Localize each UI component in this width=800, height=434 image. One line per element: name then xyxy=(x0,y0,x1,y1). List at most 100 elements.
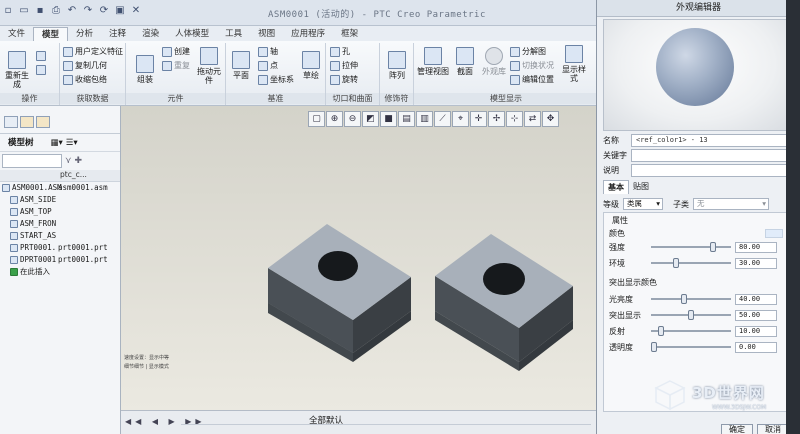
print-icon[interactable]: ⎙ xyxy=(50,5,62,17)
tab-file[interactable]: 文件 xyxy=(0,27,33,41)
graphics-viewport[interactable]: ▢ ⊕ ⊖ ◩ ■ ▤ ▥ ⟋ ⌖ ✛ ✢ ⊹ ⇄ ✥ 速度设置：显示中等 细节… xyxy=(121,106,596,410)
subclass-select[interactable]: 无 ▾ xyxy=(693,198,769,210)
slider-knob[interactable] xyxy=(673,258,679,268)
pattern-button[interactable]: 阵列 xyxy=(384,51,410,80)
tree-search-input[interactable] xyxy=(2,154,62,168)
drag-component-button[interactable]: 拖动元件 xyxy=(196,47,222,85)
hole-button[interactable]: 孔 xyxy=(330,46,350,57)
property-value-field[interactable]: 10.00 xyxy=(735,325,777,337)
tab-tools[interactable]: 工具 xyxy=(217,27,250,41)
copy-icon[interactable] xyxy=(36,51,46,61)
property-slider[interactable] xyxy=(651,326,731,336)
assembly-icon xyxy=(2,184,10,192)
color-swatch[interactable] xyxy=(765,229,783,238)
tree-settings-icon[interactable]: ▦▾ ☰▾ xyxy=(50,138,77,148)
favorites-tab-icon[interactable] xyxy=(36,116,50,128)
point-button[interactable]: 点 xyxy=(258,60,278,71)
slider-knob[interactable] xyxy=(681,294,687,304)
folder-browser-tab-icon[interactable] xyxy=(20,116,34,128)
property-value-field[interactable]: 0.00 xyxy=(735,341,777,353)
shrinkwrap-button[interactable]: 收缩包络 xyxy=(63,74,107,85)
tree-row-name: 在此插入 xyxy=(20,267,50,276)
tree-row[interactable]: ASM_FRON xyxy=(0,218,120,230)
property-slider[interactable] xyxy=(651,342,731,352)
close-window-icon[interactable]: ✕ xyxy=(130,5,142,17)
csys-button[interactable]: 坐标系 xyxy=(258,74,294,85)
datum-plane-icon xyxy=(10,208,18,216)
tree-row[interactable]: PRT0001. prt0001.prt xyxy=(0,242,120,254)
property-slider[interactable] xyxy=(651,294,731,304)
tab-basic[interactable]: 基本 xyxy=(603,180,629,194)
plane-button[interactable]: 平面 xyxy=(228,51,254,80)
create-button[interactable]: 创建 xyxy=(162,46,190,57)
window-icon[interactable]: ▣ xyxy=(114,5,126,17)
tree-row[interactable]: 在此插入 xyxy=(0,266,120,278)
filter-icon[interactable]: ⋎ ✚ xyxy=(65,156,82,166)
properties-title: 属性 xyxy=(612,216,628,225)
tree-row[interactable]: START_AS xyxy=(0,230,120,242)
tab-view[interactable]: 视图 xyxy=(250,27,283,41)
slider-knob[interactable] xyxy=(688,310,694,320)
sketch-button[interactable]: 草绘 xyxy=(298,51,324,80)
assemble-button[interactable]: 组装 xyxy=(130,55,160,84)
tab-render[interactable]: 渲染 xyxy=(134,27,167,41)
undo-icon[interactable]: ↶ xyxy=(66,5,78,17)
group-model-display: 管理视图 截面 外观库 分解图 切换状况 编辑位置 显示样式 模型显示 xyxy=(414,43,598,105)
property-slider[interactable] xyxy=(651,242,731,252)
save-icon[interactable]: ▪ xyxy=(34,5,46,17)
tree-row[interactable]: ASM_SIDE xyxy=(0,194,120,206)
section-button[interactable]: 截面 xyxy=(452,47,478,76)
datum-plane-icon xyxy=(10,220,18,228)
tab-annotate[interactable]: 注释 xyxy=(101,27,134,41)
property-value-field[interactable]: 80.00 xyxy=(735,241,777,253)
cancel-button[interactable]: 取消 xyxy=(757,424,789,434)
explode-button[interactable]: 分解图 xyxy=(510,46,546,57)
property-slider[interactable] xyxy=(651,258,731,268)
name-field[interactable]: <ref_color1> - 13 xyxy=(631,134,789,147)
tab-manikin[interactable]: 人体模型 xyxy=(167,27,217,41)
tree-row-name: ASM0001.ASM xyxy=(12,183,62,192)
tree-row[interactable]: ASM_TOP xyxy=(0,206,120,218)
manage-views-button[interactable]: 管理视图 xyxy=(416,47,450,76)
keyword-field[interactable] xyxy=(631,149,789,162)
new-icon[interactable]: ▫ xyxy=(2,5,14,17)
axis-button[interactable]: 轴 xyxy=(258,46,278,57)
selection-filter[interactable]: 全部默认 xyxy=(309,414,343,426)
udf-button[interactable]: 用户定义特征 xyxy=(63,46,123,57)
tab-map[interactable]: 贴图 xyxy=(629,180,653,194)
ok-button[interactable]: 确定 xyxy=(721,424,753,434)
redo-icon[interactable]: ↷ xyxy=(82,5,94,17)
tree-row[interactable]: DPRT0001 prt0001.prt xyxy=(0,254,120,266)
appearance-gallery-button[interactable]: 外观库 xyxy=(480,47,508,76)
regenerate-icon[interactable]: ⟳ xyxy=(98,5,110,17)
copy-geometry-button[interactable]: 复制几何 xyxy=(63,60,107,71)
tab-framework[interactable]: 框架 xyxy=(333,27,366,41)
toggle-state-button[interactable]: 切换状况 xyxy=(510,60,554,71)
slider-knob[interactable] xyxy=(651,342,657,352)
model-tree-tab-icon[interactable] xyxy=(4,116,18,128)
property-value-field[interactable]: 40.00 xyxy=(735,293,777,305)
tree-row[interactable]: ASM0001.ASM asm0001.asm xyxy=(0,182,120,194)
property-value-field[interactable]: 30.00 xyxy=(735,257,777,269)
property-slider[interactable] xyxy=(651,310,731,320)
datum-plane-icon xyxy=(10,196,18,204)
property-value-field[interactable]: 50.00 xyxy=(735,309,777,321)
property-row: 透明度 0.00 xyxy=(609,341,777,353)
tree-row-name: ASM_SIDE xyxy=(20,195,57,204)
repeat-button[interactable]: 重复 xyxy=(162,60,190,71)
revolve-button[interactable]: 旋转 xyxy=(330,74,358,85)
slider-knob[interactable] xyxy=(658,326,664,336)
class-select[interactable]: 类属 ▾ xyxy=(623,198,663,210)
extrude-button[interactable]: 拉伸 xyxy=(330,60,358,71)
tab-analysis[interactable]: 分析 xyxy=(68,27,101,41)
description-field[interactable] xyxy=(631,164,789,177)
display-style-button[interactable]: 显示样式 xyxy=(560,45,588,83)
tab-model[interactable]: 模型 xyxy=(33,27,69,41)
delete-icon[interactable] xyxy=(36,65,46,75)
quick-access-toolbar: ▫ ▭ ▪ ⎙ ↶ ↷ ⟳ ▣ ✕ xyxy=(2,5,142,17)
tab-applications[interactable]: 应用程序 xyxy=(283,27,333,41)
open-icon[interactable]: ▭ xyxy=(18,5,30,17)
regenerate-button[interactable]: 重新生成 xyxy=(2,51,32,89)
edit-position-button[interactable]: 编辑位置 xyxy=(510,74,554,85)
slider-knob[interactable] xyxy=(710,242,716,252)
